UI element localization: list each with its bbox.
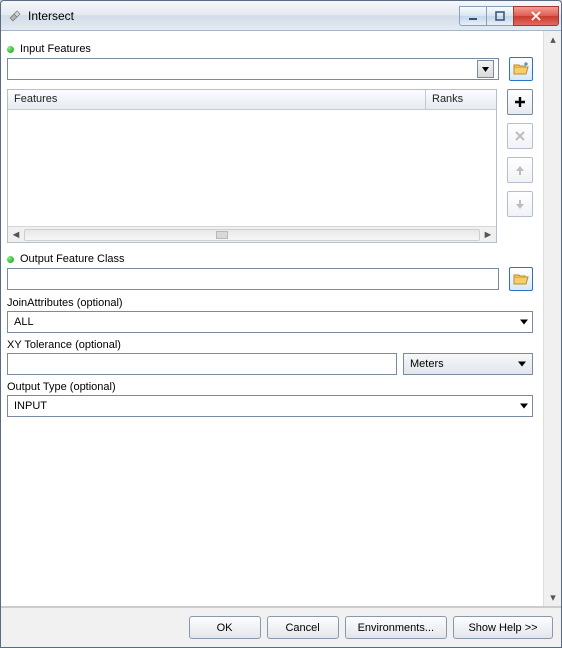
chevron-down-icon: [518, 362, 526, 367]
browse-output-button[interactable]: [509, 267, 533, 291]
plus-icon: [513, 95, 527, 109]
move-up-button[interactable]: [507, 157, 533, 183]
status-dot-icon: [7, 46, 14, 53]
scroll-grip[interactable]: [216, 231, 228, 239]
output-type-select[interactable]: INPUT: [7, 395, 533, 417]
output-fc-input[interactable]: [7, 268, 499, 290]
col-ranks[interactable]: Ranks: [426, 90, 496, 109]
join-attr-label: JoinAttributes (optional): [7, 297, 123, 309]
x-icon: [513, 129, 527, 143]
output-type-value: INPUT: [14, 400, 47, 412]
chevron-down-icon: [520, 404, 528, 409]
scroll-down-icon[interactable]: ▾: [544, 589, 561, 606]
remove-row-button[interactable]: [507, 123, 533, 149]
cancel-button[interactable]: Cancel: [267, 616, 339, 639]
folder-open-icon: [513, 62, 529, 76]
output-type-label-row: Output Type (optional): [7, 381, 533, 393]
col-features[interactable]: Features: [8, 90, 426, 109]
join-attr-value: ALL: [14, 316, 34, 328]
dialog-footer: OK Cancel Environments... Show Help >>: [1, 607, 561, 647]
features-table[interactable]: Features Ranks ◄ ►: [7, 89, 497, 243]
scroll-left-icon[interactable]: ◄: [8, 229, 24, 241]
combo-dropdown-button[interactable]: [477, 60, 494, 78]
status-dot-icon: [7, 256, 14, 263]
xytol-unit-value: Meters: [410, 358, 444, 370]
hammer-icon: [7, 8, 23, 24]
arrow-down-icon: [513, 197, 527, 211]
xytol-label: XY Tolerance (optional): [7, 339, 121, 351]
features-hscrollbar[interactable]: ◄ ►: [8, 226, 496, 242]
scroll-track[interactable]: [24, 229, 480, 241]
scroll-right-icon[interactable]: ►: [480, 229, 496, 241]
input-features-label: Input Features: [20, 43, 91, 55]
minimize-button[interactable]: [459, 6, 487, 26]
features-table-header: Features Ranks: [8, 90, 496, 110]
browse-input-button[interactable]: [509, 57, 533, 81]
scroll-up-icon[interactable]: ▴: [544, 31, 561, 48]
chevron-down-icon: [520, 320, 528, 325]
form-vscrollbar[interactable]: ▴ ▾: [543, 31, 561, 606]
xytol-unit-select[interactable]: Meters: [403, 353, 533, 375]
window-title: Intersect: [28, 9, 460, 23]
join-attr-select[interactable]: ALL: [7, 311, 533, 333]
close-button[interactable]: [513, 6, 559, 26]
features-side-buttons: [507, 89, 533, 243]
parameter-form: Input Features: [1, 31, 543, 606]
client-area: Input Features: [1, 31, 561, 647]
ok-button[interactable]: OK: [189, 616, 261, 639]
output-fc-label-row: Output Feature Class: [7, 253, 533, 265]
environments-button[interactable]: Environments...: [345, 616, 447, 639]
arrow-up-icon: [513, 163, 527, 177]
input-features-label-row: Input Features: [7, 43, 533, 55]
window-buttons: [460, 6, 559, 26]
tool-dialog: Intersect Input Features: [0, 0, 562, 648]
titlebar[interactable]: Intersect: [1, 1, 561, 31]
form-scrollpane: Input Features: [1, 31, 561, 607]
folder-open-icon: [513, 272, 529, 286]
add-row-button[interactable]: [507, 89, 533, 115]
output-fc-label: Output Feature Class: [20, 253, 125, 265]
join-attr-label-row: JoinAttributes (optional): [7, 297, 533, 309]
xytol-label-row: XY Tolerance (optional): [7, 339, 533, 351]
input-features-combo[interactable]: [7, 58, 499, 80]
move-down-button[interactable]: [507, 191, 533, 217]
maximize-button[interactable]: [486, 6, 514, 26]
features-table-body[interactable]: [8, 110, 496, 226]
show-help-button[interactable]: Show Help >>: [453, 616, 553, 639]
xytol-input[interactable]: [7, 353, 397, 375]
output-type-label: Output Type (optional): [7, 381, 116, 393]
